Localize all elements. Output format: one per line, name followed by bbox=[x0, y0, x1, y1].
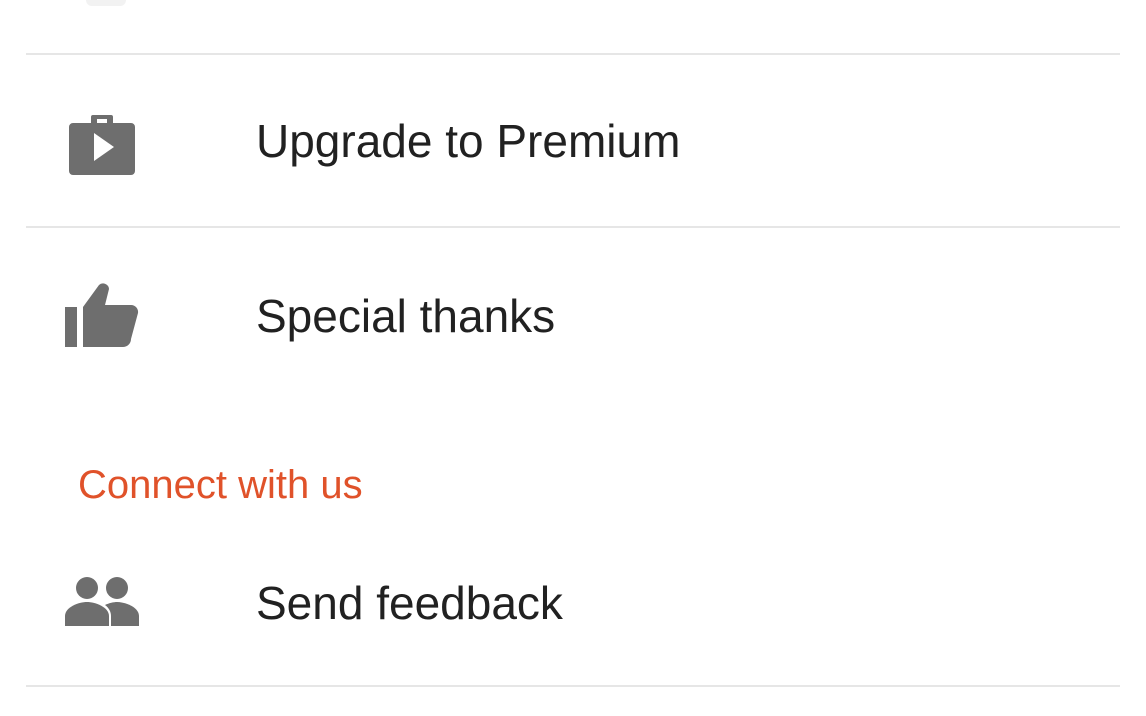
people-icon bbox=[64, 563, 140, 639]
premium-briefcase-play-icon bbox=[64, 107, 140, 183]
previous-item-icon-fragment bbox=[86, 0, 126, 6]
connect-with-us-header: Connect with us bbox=[78, 463, 363, 507]
thumbs-up-icon bbox=[64, 276, 140, 352]
upgrade-to-premium-label: Upgrade to Premium bbox=[256, 115, 681, 167]
special-thanks-item[interactable]: Special thanks bbox=[0, 228, 1146, 398]
divider bbox=[26, 685, 1120, 687]
send-feedback-label: Send feedback bbox=[256, 577, 563, 629]
send-feedback-item[interactable]: Send feedback bbox=[0, 515, 1146, 685]
special-thanks-label: Special thanks bbox=[256, 290, 556, 342]
upgrade-to-premium-item[interactable]: Upgrade to Premium bbox=[0, 55, 1146, 225]
